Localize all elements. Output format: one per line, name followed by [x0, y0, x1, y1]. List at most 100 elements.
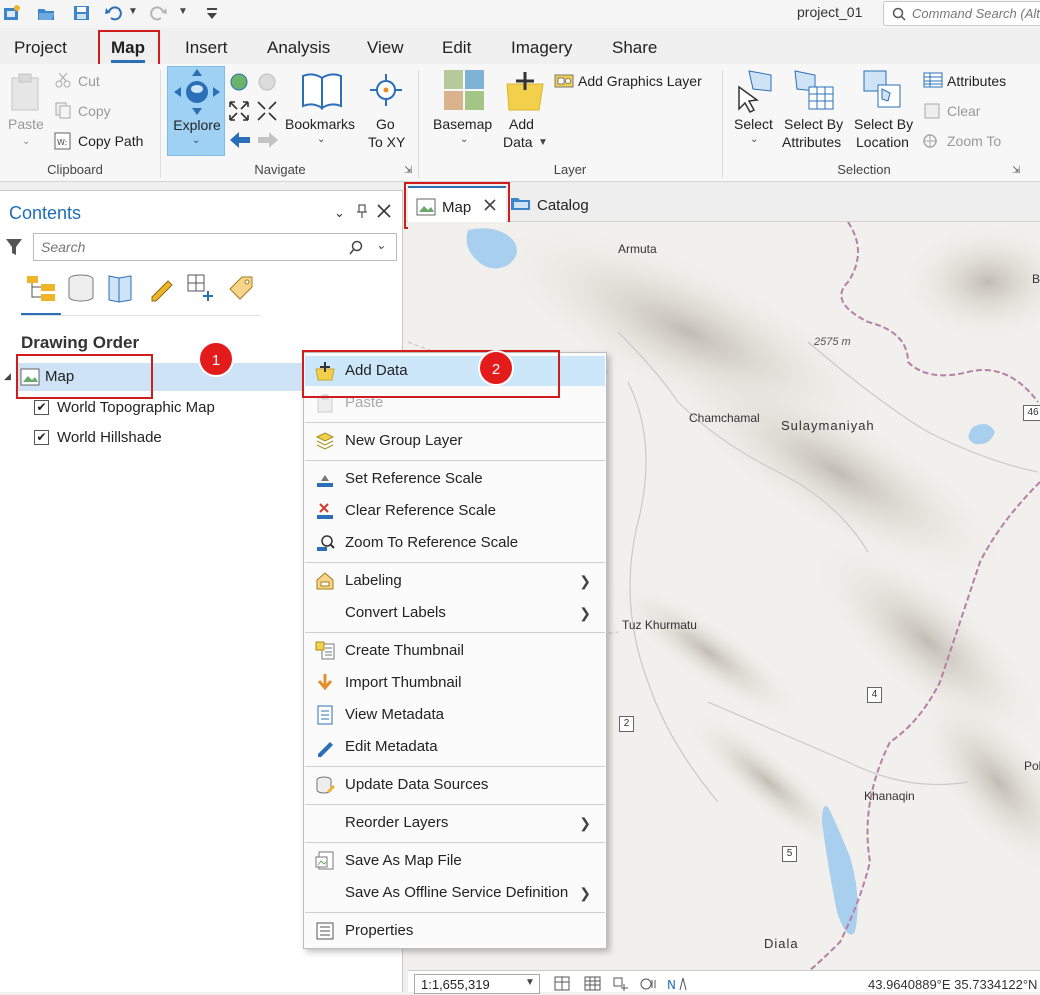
undo-icon[interactable] — [104, 4, 124, 22]
table-grid-icon[interactable] — [584, 976, 602, 995]
layer-checkbox[interactable]: ✔ — [34, 430, 49, 445]
add-graphics-layer-button[interactable]: Add Graphics Layer — [578, 73, 702, 89]
add-data-ribbon-icon — [505, 70, 545, 115]
basemap-dropdown-icon[interactable]: ⌄ — [460, 134, 468, 145]
open-project-icon[interactable] — [36, 4, 56, 22]
list-by-selection-icon[interactable] — [106, 273, 136, 306]
menu-item-convert-labels[interactable]: Convert Labels ❯ — [305, 598, 605, 628]
globe-icon[interactable] — [229, 72, 249, 95]
menu-item-reorder-layers[interactable]: Reorder Layers ❯ — [305, 808, 605, 838]
select-by-location-button[interactable]: Select By — [854, 115, 913, 133]
paste-dropdown-icon[interactable]: ⌄ — [22, 136, 30, 147]
tab-map[interactable]: Map — [111, 38, 145, 63]
list-by-drawing-order-icon[interactable] — [25, 274, 57, 305]
list-by-snapping-icon[interactable] — [186, 273, 218, 306]
go-to-xy-button[interactable]: Go — [376, 115, 395, 133]
menu-item-import-thumbnail[interactable]: Import Thumbnail — [305, 668, 605, 698]
north-arrow-icon[interactable]: N — [666, 976, 690, 995]
redo-dropdown-icon[interactable]: ▼ — [178, 6, 188, 17]
select-by-attributes-button[interactable]: Select By — [784, 115, 843, 133]
list-by-editing-icon[interactable] — [146, 273, 176, 306]
bookmarks-dropdown-icon[interactable]: ⌄ — [317, 134, 325, 145]
tab-map-view[interactable]: Map — [408, 186, 506, 222]
menu-item-paste[interactable]: Paste — [305, 388, 605, 418]
menu-item-save-as-map-file[interactable]: Save As Map File — [305, 846, 605, 876]
tab-share[interactable]: Share — [612, 38, 657, 58]
tab-edit[interactable]: Edit — [442, 38, 471, 58]
menu-item-update-data-sources[interactable]: Update Data Sources — [305, 770, 605, 800]
menu-item-zoom-to-reference-scale[interactable]: Zoom To Reference Scale — [305, 528, 605, 558]
filter-icon[interactable] — [5, 237, 23, 260]
scissors-icon — [54, 71, 72, 92]
zoom-to-selection-button[interactable]: Zoom To — [947, 133, 1001, 149]
undo-dropdown-icon[interactable]: ▼ — [128, 6, 138, 17]
tab-insert[interactable]: Insert — [185, 38, 228, 58]
menu-item-edit-metadata[interactable]: Edit Metadata — [305, 732, 605, 762]
paste-button[interactable]: Paste — [8, 115, 44, 133]
layout-grid-icon[interactable] — [554, 976, 572, 995]
copy-button[interactable]: Copy — [78, 103, 111, 119]
fixed-zoom-icon[interactable] — [256, 100, 278, 125]
scale-selector[interactable]: 1:1,655,319 ▼ — [414, 974, 540, 994]
menu-item-add-data[interactable]: Add Data — [305, 356, 605, 386]
list-by-source-icon[interactable] — [66, 273, 96, 306]
layer-item-world-hillshade[interactable]: World Hillshade — [57, 429, 162, 446]
menu-item-labeling[interactable]: Labeling ❯ — [305, 566, 605, 596]
new-project-icon[interactable] — [2, 4, 22, 22]
attributes-button[interactable]: Attributes — [947, 73, 1006, 89]
list-by-labeling-icon[interactable] — [226, 273, 258, 306]
save-project-icon[interactable] — [72, 4, 92, 22]
menu-item-clear-reference-scale[interactable]: Clear Reference Scale — [305, 496, 605, 526]
tab-analysis[interactable]: Analysis — [267, 38, 330, 58]
pane-options-chevron-icon[interactable]: ⌄ — [334, 205, 345, 221]
menu-item-properties[interactable]: Properties — [305, 916, 605, 946]
clear-selection-button[interactable]: Clear — [947, 103, 980, 119]
view-tabs: Map Catalog — [404, 182, 1040, 222]
forward-arrow-icon[interactable] — [256, 130, 280, 153]
back-arrow-icon[interactable] — [228, 130, 252, 153]
set-scale-icon — [315, 469, 335, 489]
customize-icon[interactable] — [204, 4, 224, 22]
add-data-button[interactable]: Add — [509, 115, 534, 133]
layer-item-world-topographic-map[interactable]: World Topographic Map — [57, 399, 215, 416]
select-button[interactable]: Select — [734, 115, 773, 133]
select-dropdown-icon[interactable]: ⌄ — [750, 134, 758, 145]
cut-button[interactable]: Cut — [78, 73, 100, 89]
pin-icon[interactable] — [356, 203, 368, 222]
tab-project[interactable]: Project — [14, 38, 67, 58]
navigate-launcher-icon[interactable]: ⇲ — [404, 165, 412, 176]
full-extent-icon[interactable] — [228, 100, 250, 125]
tab-imagery[interactable]: Imagery — [511, 38, 572, 58]
menu-item-create-thumbnail[interactable]: Create Thumbnail — [305, 636, 605, 666]
contents-search-input[interactable]: Search ⌄ — [33, 233, 397, 261]
tab-catalog[interactable]: Catalog — [537, 197, 589, 214]
previous-extent-globe-icon[interactable] — [257, 72, 277, 95]
close-tab-icon[interactable] — [482, 197, 498, 216]
search-dropdown-icon[interactable]: ⌄ — [376, 238, 386, 252]
properties-icon — [315, 921, 335, 941]
menu-item-set-reference-scale[interactable]: Set Reference Scale — [305, 464, 605, 494]
explore-button[interactable]: Explore ⌄ — [167, 66, 225, 156]
redo-icon[interactable] — [148, 4, 168, 22]
layer-checkbox[interactable]: ✔ — [34, 400, 49, 415]
menu-item-view-metadata[interactable]: View Metadata — [305, 700, 605, 730]
explore-dropdown-icon: ⌄ — [192, 135, 201, 146]
group-layer-icon — [315, 431, 335, 451]
command-search-input[interactable]: Command Search (Alt+Q) — [883, 1, 1040, 26]
bookmarks-button[interactable]: Bookmarks — [285, 115, 355, 133]
collapse-triangle-icon[interactable]: ◢ — [4, 371, 11, 382]
select-by-attributes-icon — [793, 69, 835, 116]
add-data-dropdown-icon[interactable]: ▼ — [538, 137, 548, 148]
snapping-icon[interactable] — [612, 976, 632, 995]
tab-view[interactable]: View — [367, 38, 404, 58]
select-by-location-icon — [862, 69, 904, 116]
map-tree-item[interactable]: Map — [16, 363, 304, 391]
copy-path-button[interactable]: Copy Path — [78, 133, 143, 149]
pause-drawing-icon[interactable] — [640, 976, 658, 995]
basemap-button[interactable]: Basemap — [433, 115, 492, 133]
selection-launcher-icon[interactable]: ⇲ — [1012, 165, 1020, 176]
menu-item-new-group-layer[interactable]: New Group Layer — [305, 426, 605, 456]
close-pane-icon[interactable] — [376, 203, 392, 222]
menu-item-save-as-offline-service-definition[interactable]: Save As Offline Service Definition ❯ — [305, 878, 605, 908]
clipboard-group-label: Clipboard — [47, 162, 103, 177]
